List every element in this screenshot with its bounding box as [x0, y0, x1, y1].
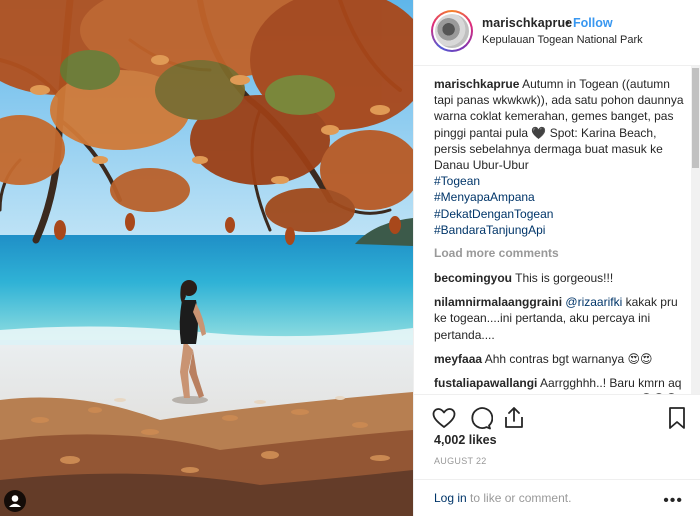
comment-username[interactable]: meyfaaa: [434, 352, 482, 366]
post-side-panel: marischkaprue • Follow Kepulauan Togean …: [413, 0, 700, 516]
post-actions: 4,002 likes AUGUST 22 Log in to like or …: [414, 394, 700, 516]
comments-list[interactable]: marischkaprue Autumn in Togean ((autumn …: [414, 66, 700, 394]
login-link[interactable]: Log in: [434, 491, 467, 505]
comments-scrollbar[interactable]: [691, 66, 700, 394]
caption-username[interactable]: marischkaprue: [434, 77, 519, 91]
comment-text: This is gorgeous!!!: [515, 271, 614, 286]
caption-text: Autumn in Togean ((autumn tapi panas wkw…: [434, 77, 684, 173]
login-prompt: Log in to like or comment. •••: [414, 479, 700, 516]
likes-count[interactable]: 4,002 likes: [434, 433, 497, 447]
login-text: Log in to like or comment.: [434, 491, 571, 505]
comment-username[interactable]: fustaliapawallangi: [434, 376, 537, 390]
hashtag-link[interactable]: #MenyapaAmpana: [434, 190, 535, 204]
post-header: marischkaprue • Follow Kepulauan Togean …: [414, 0, 700, 66]
comment-mention[interactable]: @rizaarifki: [565, 295, 622, 309]
beach-scene-image: [0, 0, 413, 516]
comment-username[interactable]: becomingyou: [434, 271, 512, 285]
follow-button[interactable]: Follow: [573, 16, 613, 30]
more-options-icon[interactable]: •••: [663, 492, 683, 510]
bookmark-icon[interactable]: [664, 405, 690, 431]
comment-item: meyfaaa Ahh contras bgt warnanya 😍😍: [434, 351, 685, 367]
comment-item: fustaliapawallangi Aarrgghhh..! Baru kmr…: [434, 375, 685, 394]
comment-icon[interactable]: [467, 405, 493, 431]
post-username[interactable]: marischkaprue: [482, 16, 572, 30]
user-tag-icon: [9, 495, 21, 507]
heart-icon[interactable]: [431, 405, 457, 431]
comment-username[interactable]: nilamnirmalaanggraini: [434, 295, 562, 309]
hashtag-link[interactable]: #Togean: [434, 174, 480, 188]
share-icon[interactable]: [501, 405, 527, 431]
location-link[interactable]: Kepulauan Togean National Park: [482, 34, 643, 46]
separator-dot: •: [565, 15, 570, 30]
post-date: AUGUST 22: [434, 456, 487, 466]
scrollbar-thumb[interactable]: [692, 68, 699, 168]
avatar[interactable]: [431, 10, 473, 52]
hashtag-link[interactable]: #DekatDenganTogean: [434, 207, 553, 221]
comment-item: nilamnirmalaanggraini @rizaarifki kakak …: [434, 294, 685, 343]
comment-text: Ahh contras bgt warnanya 😍😍: [484, 351, 653, 366]
post-photo[interactable]: [0, 0, 413, 516]
load-more-comments-button[interactable]: Load more comments: [434, 246, 685, 260]
caption: marischkaprue Autumn in Togean ((autumn …: [434, 76, 685, 238]
user-tag-button[interactable]: [4, 490, 26, 512]
comment-item: becomingyou This is gorgeous!!!: [434, 270, 685, 286]
login-rest-text: to like or comment.: [466, 491, 572, 505]
hashtag-link[interactable]: #BandaraTanjungApi: [434, 223, 545, 237]
